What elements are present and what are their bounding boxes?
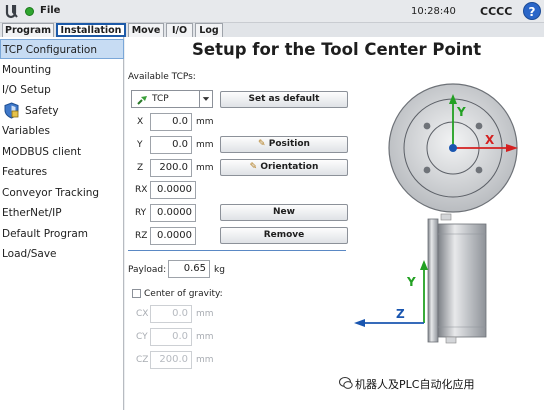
side-y-axis-label: Y: [406, 275, 416, 289]
ur-logo-icon[interactable]: [4, 3, 20, 19]
cy-unit: mm: [196, 332, 214, 342]
watermark-text: 机器人及PLC自动化应用: [355, 378, 475, 391]
clock: 10:28:40: [411, 6, 456, 17]
robot-name: CCCC: [480, 5, 513, 18]
cz-label: CZ: [136, 355, 149, 365]
y-label: Y: [137, 140, 143, 150]
main-panel: Setup for the Tool Center Point Availabl…: [125, 37, 544, 410]
sidebar-item-ethernet-ip[interactable]: EtherNet/IP: [0, 203, 124, 223]
y-field[interactable]: 0.0: [150, 136, 192, 154]
cy-field[interactable]: 0.0: [150, 328, 192, 346]
center-of-gravity-checkbox[interactable]: [132, 289, 141, 298]
robot-status-icon[interactable]: [25, 7, 34, 16]
sidebar-item-load-save[interactable]: Load/Save: [0, 244, 124, 264]
wand-icon: ✎: [258, 139, 269, 149]
tcp-select-value: TCP: [152, 94, 169, 104]
orientation-button-label: Orientation: [260, 162, 319, 172]
sidebar-item-variables[interactable]: Variables: [0, 121, 124, 141]
side-view: Y Z: [354, 213, 487, 344]
ry-label: RY: [135, 208, 147, 218]
tab-io[interactable]: I/O: [166, 23, 193, 37]
z-label: Z: [137, 163, 144, 173]
tab-program[interactable]: Program: [2, 23, 54, 37]
cz-field[interactable]: 200.0: [150, 351, 192, 369]
remove-tcp-button[interactable]: Remove: [220, 227, 348, 244]
payload-unit: kg: [214, 265, 225, 275]
sidebar-item-default-program[interactable]: Default Program: [0, 224, 124, 244]
x-unit: mm: [196, 117, 214, 127]
cx-field[interactable]: 0.0: [150, 305, 192, 323]
file-menu[interactable]: File: [40, 5, 60, 16]
page-title: Setup for the Tool Center Point: [192, 40, 482, 59]
x-field[interactable]: 0.0: [150, 113, 192, 131]
payload-field[interactable]: 0.65: [168, 260, 210, 278]
rx-field[interactable]: 0.0000: [150, 181, 196, 199]
x-label: X: [137, 117, 144, 127]
tcp-select[interactable]: TCP: [131, 90, 213, 108]
position-button[interactable]: ✎ Position: [220, 136, 348, 153]
payload-label: Payload:: [128, 265, 167, 275]
sidebar-item-safety-label: Safety: [25, 105, 59, 117]
tab-bar: Program Installation Move I/O Log: [0, 23, 544, 37]
sidebar: TCP Configuration Mounting I/O Setup Saf…: [0, 37, 124, 410]
rx-label: RX: [135, 185, 148, 195]
rz-field[interactable]: 0.0000: [150, 227, 196, 245]
cx-label: CX: [136, 309, 149, 319]
cy-label: CY: [136, 332, 148, 342]
sidebar-item-features[interactable]: Features: [0, 162, 124, 182]
sidebar-item-tcp-configuration[interactable]: TCP Configuration: [0, 39, 124, 59]
rz-label: RZ: [135, 231, 148, 241]
tcp-diagram: Y X Y Z: [354, 83, 518, 344]
z-field[interactable]: 200.0: [150, 159, 192, 177]
sidebar-item-io-setup[interactable]: I/O Setup: [0, 80, 124, 100]
sidebar-item-safety[interactable]: Safety: [0, 101, 124, 121]
cx-unit: mm: [196, 309, 214, 319]
y-unit: mm: [196, 140, 214, 150]
wand-icon: ✎: [249, 162, 261, 172]
tcp-tool-icon: [137, 96, 147, 105]
wechat-icon: [339, 377, 353, 389]
tab-log[interactable]: Log: [195, 23, 223, 37]
top-y-axis-label: Y: [456, 105, 466, 119]
tab-move[interactable]: Move: [128, 23, 164, 37]
center-of-gravity-label: Center of gravity:: [144, 289, 223, 299]
ry-field[interactable]: 0.0000: [150, 204, 196, 222]
top-bar: File 10:28:40 CCCC ?: [0, 0, 544, 23]
sidebar-item-mounting[interactable]: Mounting: [0, 60, 124, 80]
new-tcp-button[interactable]: New: [220, 204, 348, 221]
sidebar-item-modbus-client[interactable]: MODBUS client: [0, 142, 124, 162]
z-unit: mm: [196, 163, 214, 173]
sidebar-item-conveyor-tracking[interactable]: Conveyor Tracking: [0, 183, 124, 203]
available-tcps-label: Available TCPs:: [128, 72, 196, 82]
divider: [128, 250, 346, 251]
help-icon[interactable]: ?: [523, 2, 541, 20]
shield-icon: [4, 102, 19, 119]
cz-unit: mm: [196, 355, 214, 365]
orientation-button[interactable]: ✎ Orientation: [220, 159, 348, 176]
position-button-label: Position: [268, 139, 310, 149]
top-view: Y X: [388, 83, 518, 213]
side-z-axis-label: Z: [396, 307, 405, 321]
top-x-axis-label: X: [485, 133, 495, 147]
chevron-down-icon[interactable]: [199, 91, 212, 107]
tab-installation[interactable]: Installation: [56, 23, 126, 37]
set-as-default-button[interactable]: Set as default: [220, 91, 348, 108]
